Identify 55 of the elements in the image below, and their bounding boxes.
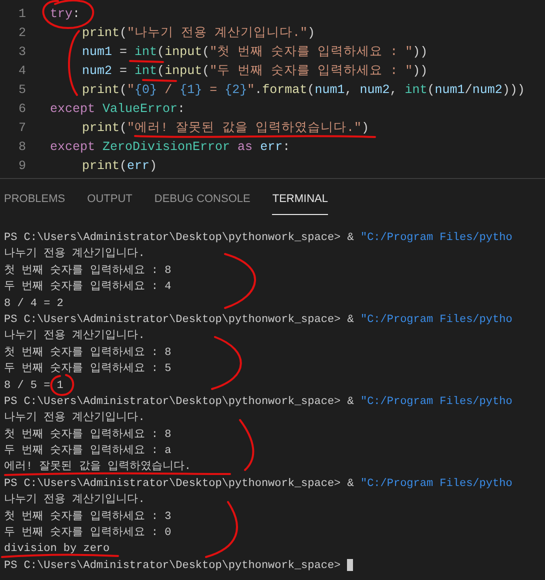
hand-drawn-bracket — [68, 30, 80, 96]
code-line: print("에러! 잘못된 값을 입력하였습니다.") — [82, 120, 370, 135]
line-number: 9 — [17, 158, 26, 173]
terminal-output: 나누기 전용 계산기입니다. — [4, 330, 145, 342]
hand-drawn-underline — [142, 79, 177, 82]
code-line: num2 = int(input("두 번째 숫자를 입력하세요 : ")) — [82, 64, 428, 78]
terminal-output: division by zero — [4, 543, 110, 556]
terminal-output: 에러! 잘못된 값을 입력하였습니다. — [4, 461, 192, 474]
terminal-output: 나누기 전용 계산기입니다. — [4, 494, 145, 506]
terminal-output: 두 번째 숫자를 입력하세요 : a — [4, 445, 172, 458]
panel-tab[interactable]: OUTPUT — [87, 191, 132, 214]
hand-drawn-bracket — [211, 336, 242, 390]
terminal-prompt: PS C:\Users\Administrator\Desktop\pythonwork_space> & — [4, 396, 355, 408]
terminal-output: 8 / 4 = 2 — [4, 298, 64, 310]
panel-tab[interactable]: PROBLEMS — [4, 191, 66, 214]
terminal-command: "C:/Program Files/pytho — [360, 478, 512, 490]
hand-drawn-bracket — [205, 501, 238, 558]
terminal-prompt: PS C:\Users\Administrator\Desktop\pythonwork_space> — [4, 560, 342, 572]
terminal-output: 첫 번째 숫자를 입력하세요 : 8 — [4, 428, 172, 441]
hand-drawn-underline — [129, 60, 164, 63]
terminal-output: 첫 번째 숫자를 입력하세요 : 8 — [4, 264, 172, 277]
code-line: print("{0} / {1} = {2}".format(num1, num2, int(num1/num2))) — [82, 83, 525, 97]
code-line: print("나누기 전용 계산기입니다.") — [82, 26, 316, 40]
terminal-prompt: PS C:\Users\Administrator\Desktop\pythonwork_space> & — [4, 314, 355, 326]
line-number: 4 — [17, 64, 26, 78]
line-number: 5 — [17, 83, 26, 97]
hand-drawn-bracket — [239, 419, 254, 471]
line-number: 1 — [17, 7, 26, 22]
code-line: try: — [50, 7, 80, 22]
text-cursor — [347, 558, 354, 571]
code-line: num1 = int(input("첫 번째 숫자를 입력하세요 : ")) — [82, 45, 428, 60]
terminal-output: 나누기 전용 계산기입니다. — [4, 248, 145, 260]
terminal-prompt: PS C:\Users\Administrator\Desktop\pythonwork_space> & — [4, 232, 355, 244]
line-number: 8 — [17, 140, 26, 154]
code-line: print(err) — [82, 158, 158, 173]
code-line: except ZeroDivisionError as err: — [50, 140, 290, 154]
panel-tab[interactable]: DEBUG CONSOLE — [154, 191, 250, 214]
terminal-output: 첫 번째 숫자를 입력하세요 : 3 — [4, 510, 172, 523]
line-number: 7 — [17, 120, 26, 135]
terminal-output: 첫 번째 숫자를 입력하세요 : 8 — [4, 346, 172, 359]
terminal-output: 두 번째 숫자를 입력하세요 : 4 — [4, 281, 172, 294]
terminal-output: 두 번째 숫자를 입력하세요 : 5 — [4, 363, 172, 376]
terminal-command: "C:/Program Files/pytho — [360, 396, 512, 408]
terminal-output: 두 번째 숫자를 입력하세요 : 0 — [4, 527, 172, 540]
terminal-command: "C:/Program Files/pytho — [360, 314, 512, 326]
line-number: 2 — [17, 26, 26, 40]
terminal-output: 8 / 5 = 1 — [4, 380, 64, 392]
terminal-output: 나누기 전용 계산기입니다. — [4, 412, 145, 424]
panel-tab[interactable]: TERMINAL — [272, 191, 328, 214]
hand-drawn-bracket — [224, 253, 256, 309]
line-number: 3 — [17, 45, 26, 60]
terminal-command: "C:/Program Files/pytho — [360, 232, 512, 244]
terminal-prompt: PS C:\Users\Administrator\Desktop\pythonwork_space> & — [4, 478, 355, 490]
code-line: except ValueError: — [50, 102, 186, 116]
line-number: 6 — [17, 102, 26, 116]
